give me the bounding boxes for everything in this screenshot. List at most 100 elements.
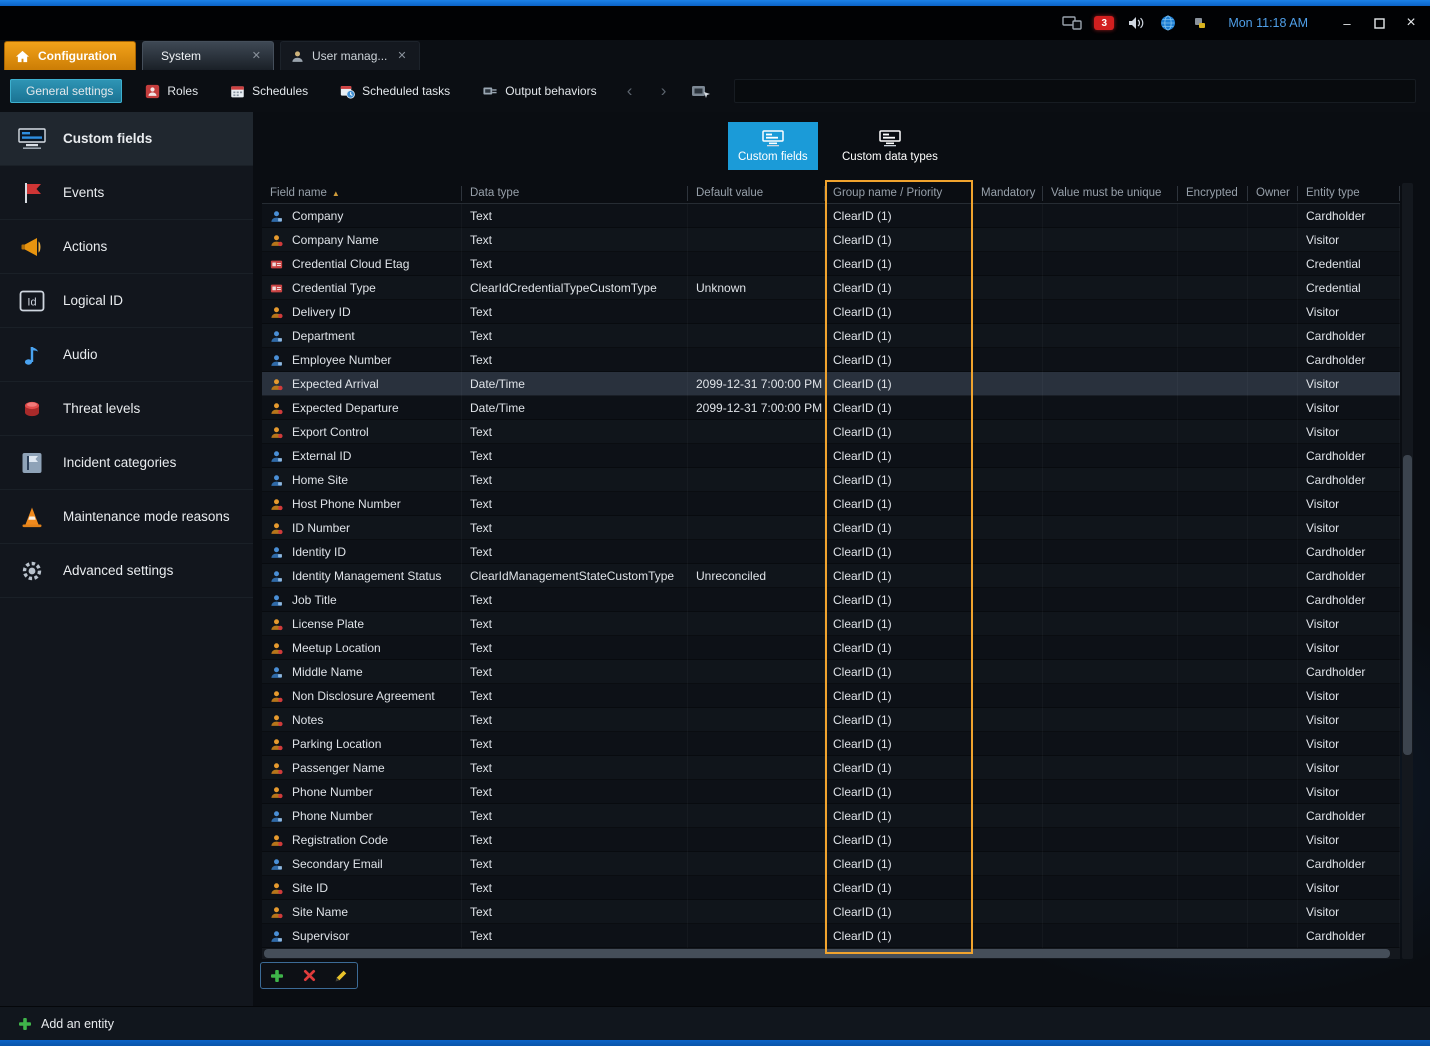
sidebar-item-label: Audio xyxy=(63,347,98,362)
forward-arrow-button[interactable]: › xyxy=(654,81,674,101)
view-tab-custom-fields[interactable]: Custom fields xyxy=(728,122,818,170)
table-row[interactable]: Host Phone NumberTextClearID (1)Visitor xyxy=(262,492,1400,516)
table-row[interactable]: Delivery IDTextClearID (1)Visitor xyxy=(262,300,1400,324)
table-row[interactable]: License PlateTextClearID (1)Visitor xyxy=(262,612,1400,636)
dual-monitor-icon[interactable] xyxy=(1062,14,1082,32)
sidebar-item-events[interactable]: Events xyxy=(0,166,253,220)
table-row[interactable]: Identity Management StatusClearIdManagem… xyxy=(262,564,1400,588)
cell-mandatory xyxy=(973,756,1043,780)
field-name-text: Credential Cloud Etag xyxy=(292,257,409,271)
notification-badge[interactable]: 3 xyxy=(1094,16,1114,30)
cell-data-type: Text xyxy=(462,612,688,636)
close-tab-icon[interactable]: ✕ xyxy=(395,49,408,64)
add-field-button[interactable] xyxy=(267,966,287,986)
cell-value-unique xyxy=(1043,732,1178,756)
horizontal-scrollbar[interactable] xyxy=(262,948,1400,959)
app-tab-system[interactable]: System✕ xyxy=(142,41,274,70)
column-header-entity-type[interactable]: Entity type xyxy=(1298,186,1400,201)
sidebar-item-custom-fields[interactable]: Custom fields xyxy=(0,112,253,166)
column-header-group-name-priority[interactable]: Group name / Priority xyxy=(825,186,973,201)
table-row[interactable]: Middle NameTextClearID (1)Cardholder xyxy=(262,660,1400,684)
table-row[interactable]: Phone NumberTextClearID (1)Visitor xyxy=(262,780,1400,804)
field-name-text: Middle Name xyxy=(292,665,363,679)
view-tab-label: Custom fields xyxy=(738,151,808,163)
maximize-button[interactable] xyxy=(1366,13,1392,33)
vertical-scrollbar-thumb[interactable] xyxy=(1403,455,1412,755)
delete-field-button[interactable] xyxy=(299,966,319,986)
sidebar-item-logical-id[interactable]: IdLogical ID xyxy=(0,274,253,328)
close-tab-icon[interactable]: ✕ xyxy=(250,49,263,64)
column-header-owner[interactable]: Owner xyxy=(1248,186,1298,201)
cell-encrypted xyxy=(1178,204,1248,228)
minimize-button[interactable]: – xyxy=(1334,13,1360,33)
column-header-encrypted[interactable]: Encrypted xyxy=(1178,186,1248,201)
app-tab-user-manag-[interactable]: User manag...✕ xyxy=(280,41,420,70)
toolbar-button-schedules[interactable]: Schedules xyxy=(221,79,317,103)
table-row[interactable]: Export ControlTextClearID (1)Visitor xyxy=(262,420,1400,444)
table-row[interactable]: Employee NumberTextClearID (1)Cardholder xyxy=(262,348,1400,372)
sidebar-item-threat-levels[interactable]: Threat levels xyxy=(0,382,253,436)
cell-data-type: ClearIdCredentialTypeCustomType xyxy=(462,276,688,300)
table-row[interactable]: Credential TypeClearIdCredentialTypeCust… xyxy=(262,276,1400,300)
table-row[interactable]: NotesTextClearID (1)Visitor xyxy=(262,708,1400,732)
cell-field-name: ID Number xyxy=(262,516,462,540)
column-header-mandatory[interactable]: Mandatory xyxy=(973,186,1043,201)
input-language-icon[interactable] xyxy=(1190,14,1210,32)
table-row[interactable]: Identity IDTextClearID (1)Cardholder xyxy=(262,540,1400,564)
table-row[interactable]: Expected ArrivalDate/Time2099-12-31 7:00… xyxy=(262,372,1400,396)
cell-data-type: Text xyxy=(462,684,688,708)
add-entity-button[interactable]: Add an entity xyxy=(41,1017,114,1031)
cell-entity-type: Visitor xyxy=(1298,900,1400,924)
column-header-value-must-be-unique[interactable]: Value must be unique xyxy=(1043,186,1178,201)
column-header-field-name[interactable]: Field name▲ xyxy=(262,186,462,201)
sidebar-item-actions[interactable]: Actions xyxy=(0,220,253,274)
cell-default-value xyxy=(688,516,825,540)
table-row[interactable]: Expected DepartureDate/Time2099-12-31 7:… xyxy=(262,396,1400,420)
toolbar-button-output-behaviors[interactable]: Output behaviors xyxy=(473,79,605,103)
speaker-icon[interactable] xyxy=(1126,14,1146,32)
horizontal-scrollbar-thumb[interactable] xyxy=(264,949,1390,958)
cell-mandatory xyxy=(973,660,1043,684)
table-row[interactable]: Passenger NameTextClearID (1)Visitor xyxy=(262,756,1400,780)
table-row[interactable]: Secondary EmailTextClearID (1)Cardholder xyxy=(262,852,1400,876)
sidebar-item-label: Incident categories xyxy=(63,455,176,470)
table-row[interactable]: Job TitleTextClearID (1)Cardholder xyxy=(262,588,1400,612)
view-tab-custom-data-types[interactable]: Custom data types xyxy=(832,122,948,170)
table-row[interactable]: SupervisorTextClearID (1)Cardholder xyxy=(262,924,1400,948)
table-row[interactable]: CompanyTextClearID (1)Cardholder xyxy=(262,204,1400,228)
table-row[interactable]: Site IDTextClearID (1)Visitor xyxy=(262,876,1400,900)
table-row[interactable]: ID NumberTextClearID (1)Visitor xyxy=(262,516,1400,540)
table-row[interactable]: Non Disclosure AgreementTextClearID (1)V… xyxy=(262,684,1400,708)
toolbar-button-roles[interactable]: Roles xyxy=(136,79,207,103)
app-tab-configuration[interactable]: Configuration xyxy=(4,41,136,70)
table-row[interactable]: External IDTextClearID (1)Cardholder xyxy=(262,444,1400,468)
sidebar-item-incident-categories[interactable]: Incident categories xyxy=(0,436,253,490)
back-arrow-button[interactable]: ‹ xyxy=(620,81,640,101)
table-row[interactable]: Company NameTextClearID (1)Visitor xyxy=(262,228,1400,252)
table-row[interactable]: Home SiteTextClearID (1)Cardholder xyxy=(262,468,1400,492)
close-button[interactable]: × xyxy=(1398,13,1424,33)
sidebar-item-maintenance-mode-reasons[interactable]: Maintenance mode reasons xyxy=(0,490,253,544)
table-row[interactable]: Parking LocationTextClearID (1)Visitor xyxy=(262,732,1400,756)
cell-default-value: Unreconciled xyxy=(688,564,825,588)
edit-field-button[interactable] xyxy=(331,966,351,986)
vertical-scrollbar[interactable] xyxy=(1402,183,1413,959)
cell-group-priority: ClearID (1) xyxy=(825,540,973,564)
table-row[interactable]: DepartmentTextClearID (1)Cardholder xyxy=(262,324,1400,348)
table-row[interactable]: Phone NumberTextClearID (1)Cardholder xyxy=(262,804,1400,828)
sidebar-item-advanced-settings[interactable]: Advanced settings xyxy=(0,544,253,598)
entity-browser-icon[interactable] xyxy=(688,79,714,103)
sidebar-item-audio[interactable]: Audio xyxy=(0,328,253,382)
table-row[interactable]: Credential Cloud EtagTextClearID (1)Cred… xyxy=(262,252,1400,276)
toolbar-button-scheduled-tasks[interactable]: Scheduled tasks xyxy=(331,79,459,103)
table-row[interactable]: Meetup LocationTextClearID (1)Visitor xyxy=(262,636,1400,660)
table-row[interactable]: Registration CodeTextClearID (1)Visitor xyxy=(262,828,1400,852)
column-header-data-type[interactable]: Data type xyxy=(462,186,688,201)
network-globe-icon[interactable] xyxy=(1158,14,1178,32)
table-row[interactable]: Site NameTextClearID (1)Visitor xyxy=(262,900,1400,924)
column-header-default-value[interactable]: Default value xyxy=(688,186,825,201)
toolbar-button-general-settings[interactable]: General settings xyxy=(10,79,122,103)
toolbar-button-label: General settings xyxy=(26,84,113,98)
visitor-icon xyxy=(270,234,284,247)
threat-levels-icon xyxy=(16,397,48,421)
